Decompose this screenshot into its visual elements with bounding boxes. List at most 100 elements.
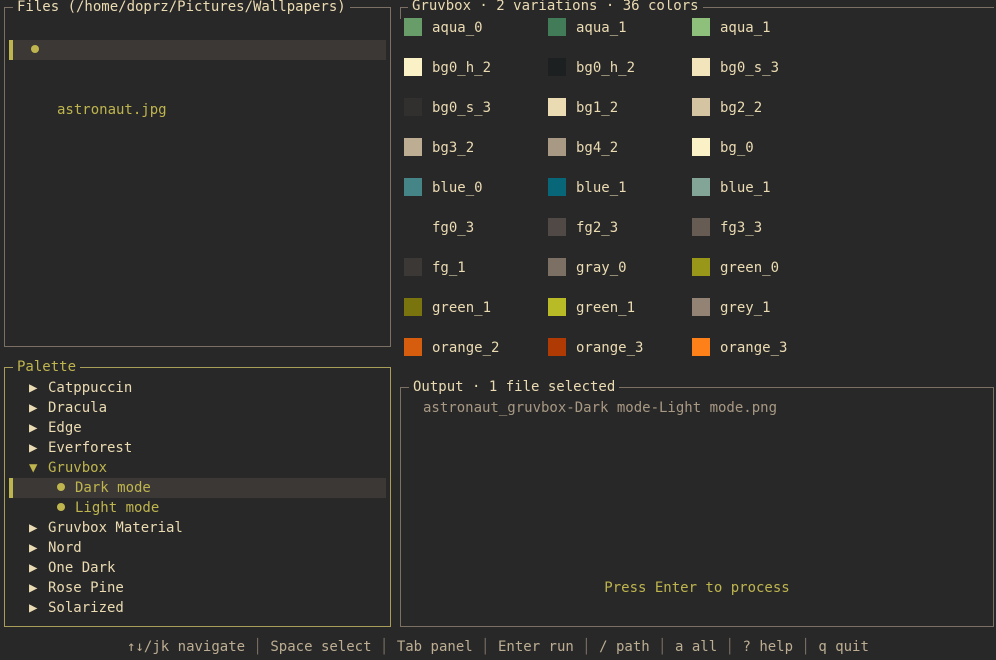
colors-panel: Gruvbox · 2 variations · 36 colors aqua_…: [400, 0, 994, 367]
color-swatch-label: aqua_1: [720, 20, 771, 36]
color-swatch-item: blue_0: [404, 178, 548, 198]
output-panel: Output · 1 file selected astronaut_gruvb…: [400, 377, 994, 627]
color-swatch-label: fg2_3: [576, 220, 619, 236]
palette-item[interactable]: ▶ Solarized: [9, 598, 386, 618]
color-swatch: [404, 58, 422, 76]
color-swatch-item: grey_1: [692, 298, 836, 318]
palette-item[interactable]: ▶ Rose Pine: [9, 578, 386, 598]
footer-separator: │: [649, 639, 676, 655]
palette-item[interactable]: ▶ Nord: [9, 538, 386, 558]
footer-separator: │: [573, 639, 600, 655]
files-panel-title: Files (/home/doprz/Pictures/Wallpapers): [13, 0, 350, 17]
palette-item[interactable]: ▼ Gruvbox: [9, 458, 386, 478]
palette-variant-item[interactable]: Dark mode: [9, 478, 386, 498]
chevron-right-icon: ▶: [29, 400, 38, 416]
color-swatch: [404, 258, 422, 276]
color-swatch: [404, 298, 422, 316]
color-swatch-label: blue_0: [432, 180, 483, 196]
selected-dot-icon: [57, 478, 65, 498]
footer-separator: │: [717, 639, 743, 655]
color-swatch-item: green_0: [692, 258, 836, 278]
selected-dot-icon: [31, 40, 39, 60]
palette-item-label: Catppuccin: [48, 380, 133, 396]
color-swatch-item: blue_1: [692, 178, 836, 198]
color-swatch-label: bg_0: [720, 140, 754, 156]
footer-separator: │: [245, 639, 271, 655]
color-swatch-label: bg0_h_2: [576, 60, 636, 76]
color-swatch-label: fg_1: [432, 260, 466, 276]
palette-variant-item[interactable]: Light mode: [9, 498, 386, 518]
file-parent-dir[interactable]: ..: [9, 20, 386, 58]
chevron-down-icon: ▼: [29, 460, 38, 476]
color-swatch-label: orange_2: [432, 340, 500, 356]
color-swatch-item: green_1: [548, 298, 692, 318]
keybinding-footer: ↑↓/jk navigate │ Space select │ Tab pane…: [0, 637, 996, 657]
color-swatch: [692, 258, 710, 276]
color-swatch: [404, 138, 422, 156]
selected-dot-icon: [57, 498, 65, 518]
color-swatch: [404, 218, 422, 236]
color-swatch: [548, 298, 566, 316]
chevron-right-icon: ▶: [29, 420, 38, 436]
color-swatch-label: bg3_2: [432, 140, 475, 156]
footer-separator: │: [472, 639, 498, 655]
color-swatch-item: aqua_1: [692, 18, 836, 38]
color-swatch-label: blue_1: [576, 180, 627, 196]
color-swatch-item: fg2_3: [548, 218, 692, 238]
color-swatch: [692, 298, 710, 316]
color-swatch-item: gray_0: [548, 258, 692, 278]
color-swatch: [548, 58, 566, 76]
color-swatch-label: gray_0: [576, 260, 627, 276]
palette-item[interactable]: ▶ Everforest: [9, 438, 386, 458]
palette-item[interactable]: ▶ Catppuccin: [9, 378, 386, 398]
file-item-astronaut[interactable]: astronaut.jpg: [9, 40, 386, 118]
palette-item[interactable]: ▶ One Dark: [9, 558, 386, 578]
colors-panel-title: Gruvbox · 2 variations · 36 colors: [408, 0, 703, 16]
color-swatch-item: orange_3: [692, 338, 836, 358]
output-panel-title: Output · 1 file selected: [409, 377, 620, 397]
color-swatch: [692, 58, 710, 76]
palette-item-label: One Dark: [48, 560, 116, 576]
palette-item[interactable]: ▶ Gruvbox Material: [9, 518, 386, 538]
footer-hint: Tab panel: [396, 639, 473, 655]
footer-hint: Space select: [270, 639, 372, 655]
color-swatch: [404, 178, 422, 196]
color-swatch-label: blue_1: [720, 180, 771, 196]
color-swatch: [404, 18, 422, 36]
color-swatch: [548, 98, 566, 116]
color-swatch-item: bg0_s_3: [404, 98, 548, 118]
color-swatch: [692, 138, 710, 156]
color-swatch-label: aqua_1: [576, 20, 627, 36]
color-swatch-item: bg0_s_3: [692, 58, 836, 78]
palette-item-label: Dracula: [48, 400, 108, 416]
palette-variant-label: Dark mode: [75, 480, 151, 496]
palette-item-label: Edge: [48, 420, 82, 436]
file-name: astronaut.jpg: [57, 102, 167, 118]
color-swatch-item: orange_3: [548, 338, 692, 358]
color-swatch-item: green_1: [404, 298, 548, 318]
palette-item-label: Everforest: [48, 440, 133, 456]
color-swatch: [692, 338, 710, 356]
color-swatch-item: fg0_3: [404, 218, 548, 238]
chevron-right-icon: ▶: [29, 440, 38, 456]
palette-panel-title: Palette: [13, 357, 81, 377]
color-swatch: [692, 218, 710, 236]
footer-separator: │: [793, 639, 819, 655]
chevron-right-icon: ▶: [29, 600, 38, 616]
color-swatch-item: bg0_h_2: [548, 58, 692, 78]
color-swatch-item: fg_1: [404, 258, 548, 278]
color-swatch-label: bg0_s_3: [720, 60, 780, 76]
footer-separator: │: [371, 639, 397, 655]
chevron-right-icon: ▶: [29, 540, 38, 556]
output-file-name: astronaut_gruvbox-Dark mode-Light mode.p…: [423, 400, 778, 416]
palette-item-label: Nord: [48, 540, 82, 556]
palette-item[interactable]: ▶ Dracula: [9, 398, 386, 418]
color-swatch: [548, 138, 566, 156]
footer-hint: q quit: [818, 639, 869, 655]
footer-hint: ? help: [742, 639, 794, 655]
chevron-right-icon: ▶: [29, 580, 38, 596]
palette-item[interactable]: ▶ Edge: [9, 418, 386, 438]
color-swatch-item: bg1_2: [548, 98, 692, 118]
color-swatch: [548, 178, 566, 196]
color-swatch-item: bg4_2: [548, 138, 692, 158]
